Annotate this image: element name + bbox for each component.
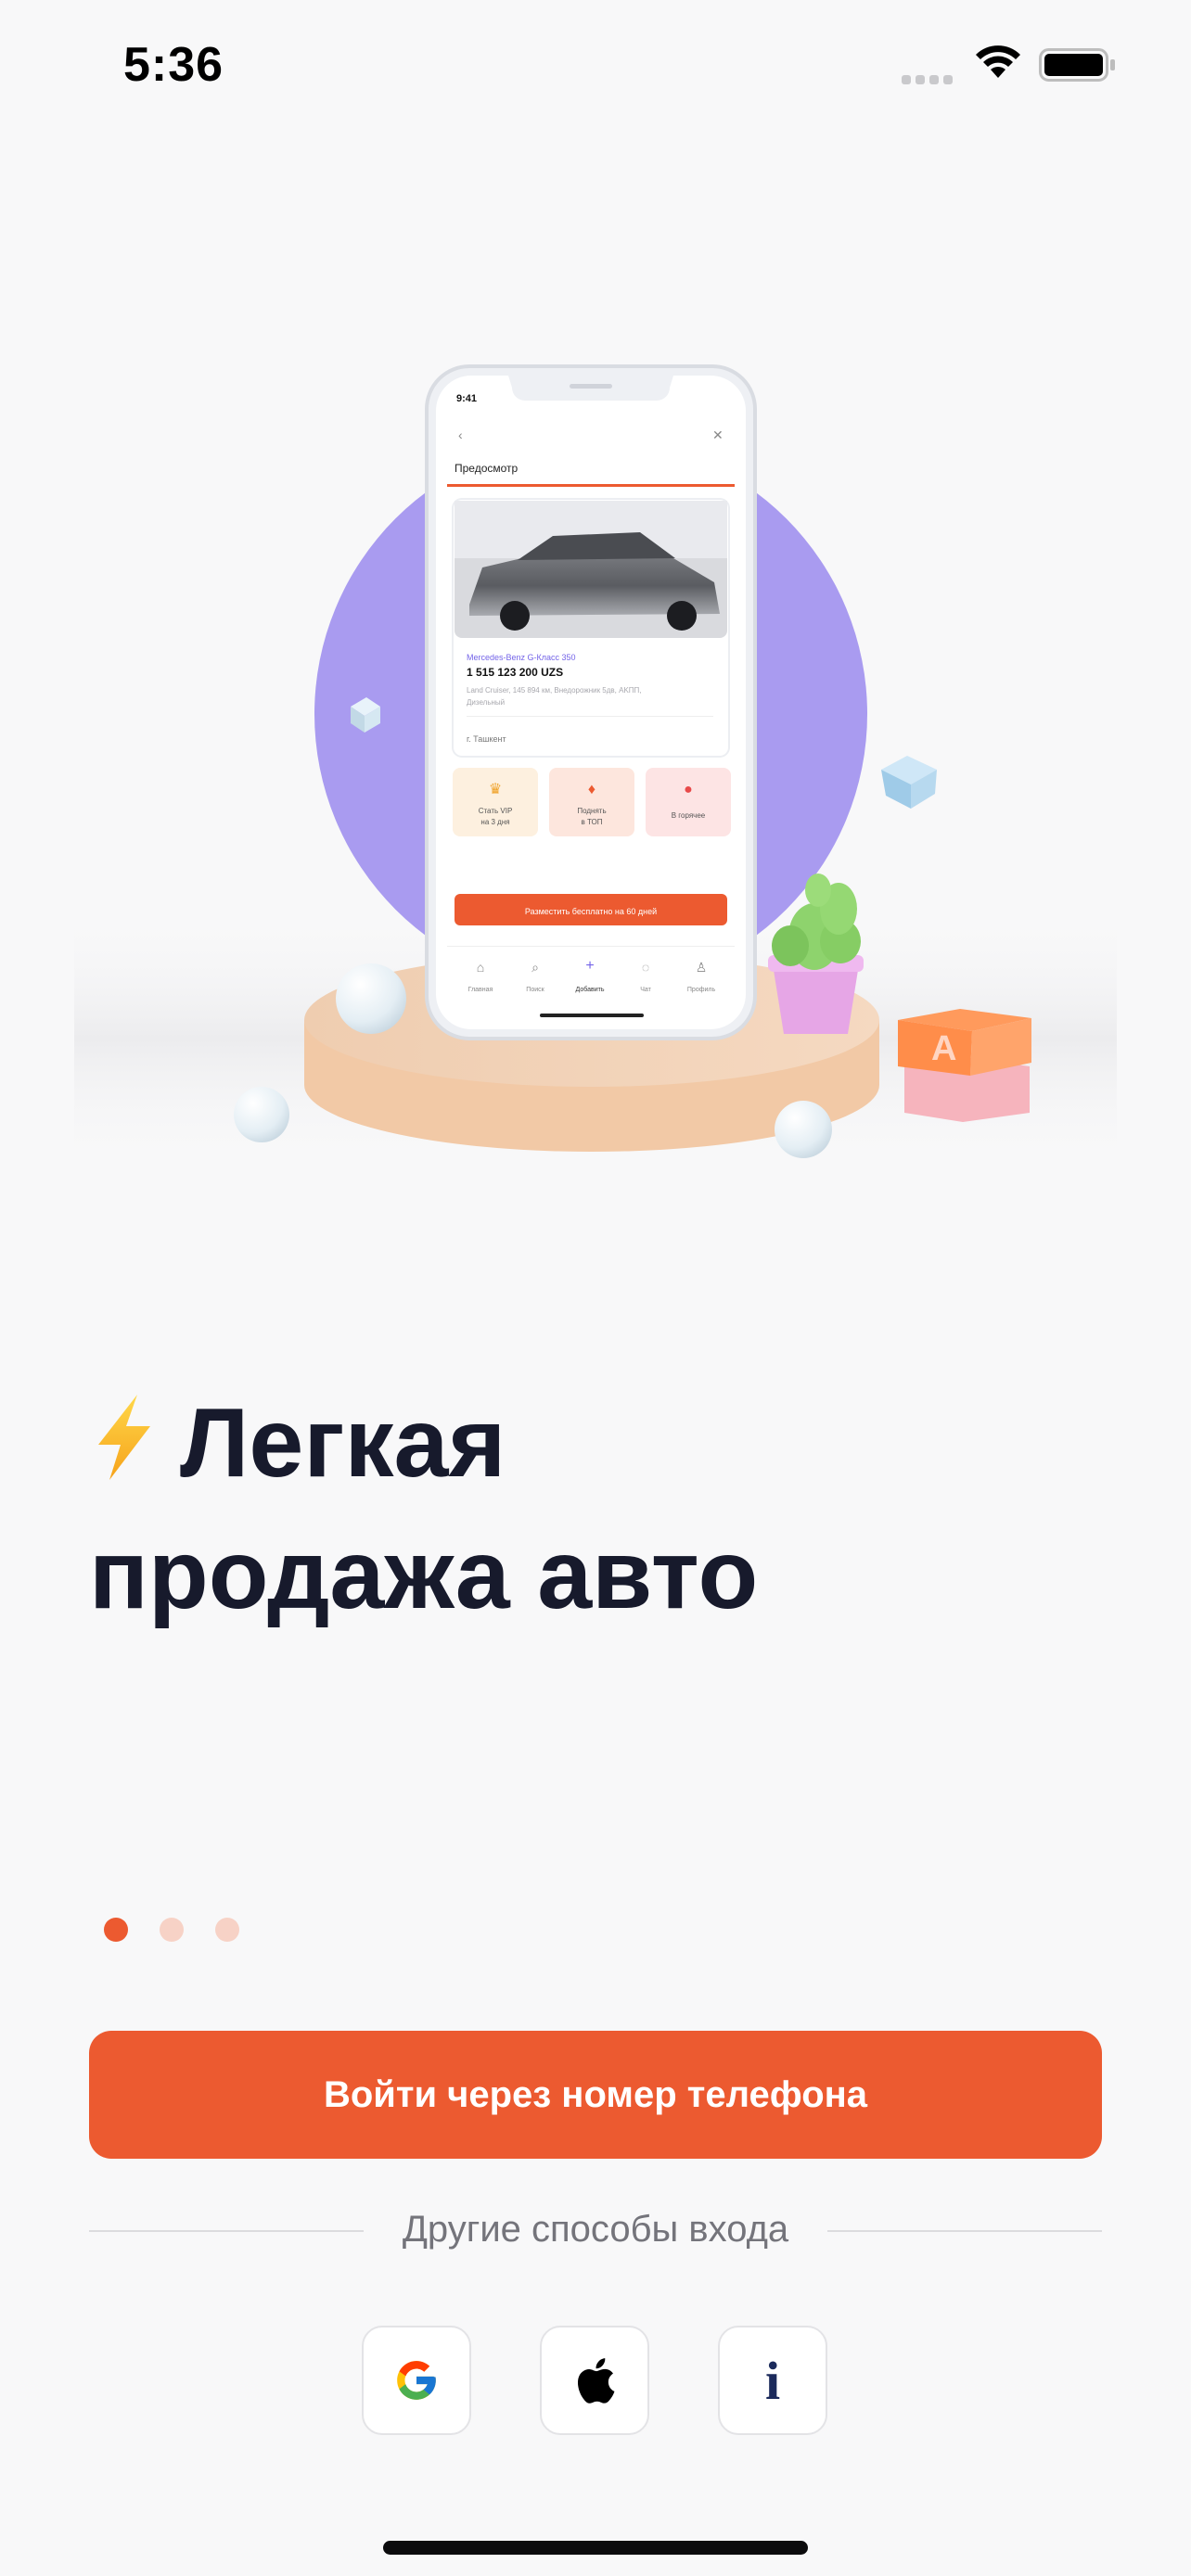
ball-bottom-left (234, 1087, 289, 1142)
svg-text:+: + (585, 958, 594, 974)
lightning-icon (98, 1395, 150, 1480)
ball-bottom-right (775, 1101, 832, 1158)
phone-car-name: Mercedes-Benz G-Класс 350 (467, 653, 576, 662)
ball-left (336, 963, 406, 1034)
svg-text:✕: ✕ (712, 427, 724, 442)
info-login-button[interactable]: i (718, 2326, 827, 2435)
phone-mockup: 9:41 ‹ ✕ Предосмотр Mercedes-Benz G-Клас… (425, 364, 757, 1040)
svg-text:⌂: ⌂ (477, 960, 484, 975)
phone-nav-home: Главная (468, 987, 493, 993)
apple-icon (577, 2358, 615, 2404)
phone-nav-chat: Чат (640, 987, 651, 993)
svg-text:◌: ◌ (642, 960, 649, 975)
svg-text:⌕: ⌕ (531, 960, 539, 975)
phone-screen-title: Предосмотр (455, 462, 519, 475)
letter-cube (898, 1009, 1031, 1122)
phone-nav-add: Добавить (576, 986, 605, 993)
svg-text:♙: ♙ (696, 960, 708, 975)
cube-letter: A (931, 1029, 956, 1068)
headline-line-2: продажа авто (89, 1520, 759, 1629)
google-login-button[interactable] (362, 2326, 471, 2435)
small-cube-right (881, 756, 937, 809)
phone-promo-1b: на 3 дня (480, 818, 509, 826)
phone-nav-search: Поиск (526, 987, 544, 993)
phone-nav-profile: Профиль (687, 987, 716, 993)
google-icon (397, 2361, 436, 2400)
phone-publish-button: Разместить бесплатно на 60 дней (525, 907, 657, 916)
phone-promo-2b: в ТОП (582, 818, 603, 826)
headline-line-1: Легкая (180, 1388, 506, 1498)
svg-text:♛: ♛ (489, 782, 502, 797)
info-icon: i (764, 2350, 781, 2411)
headline: Легкая продажа авто (89, 1377, 1109, 1640)
phone-car-price: 1 515 123 200 UZS (467, 666, 563, 679)
other-methods-label: Другие способы входа (402, 2209, 789, 2250)
phone-promo-1a: Стать VIP (479, 807, 513, 815)
hero-illustration: A 9:41 ‹ ✕ Предосмотр Mercedes-Benz G-Кл… (74, 364, 1117, 1168)
other-methods-divider: Другие способы входа (89, 2205, 1102, 2261)
phone-promo-2a: Поднять (577, 807, 606, 815)
svg-text:‹: ‹ (458, 427, 463, 442)
phone-promo-3: В горячее (672, 811, 706, 820)
phone-car-desc-2: Дизельный (467, 698, 505, 707)
phone-time: 9:41 (456, 393, 477, 404)
home-indicator (383, 2541, 808, 2555)
pager-dot-3[interactable] (215, 1918, 239, 1942)
svg-text:♦: ♦ (588, 782, 596, 797)
phone-car-desc-1: Land Cruiser, 145 894 км, Внедорожник 5д… (467, 686, 642, 695)
phone-car-location: г. Ташкент (467, 734, 506, 744)
pager-dot-1[interactable] (104, 1918, 128, 1942)
pager-dot-2[interactable] (160, 1918, 184, 1942)
svg-text:●: ● (684, 782, 693, 797)
apple-login-button[interactable] (540, 2326, 649, 2435)
login-phone-button[interactable]: Войти через номер телефона (89, 2031, 1102, 2159)
